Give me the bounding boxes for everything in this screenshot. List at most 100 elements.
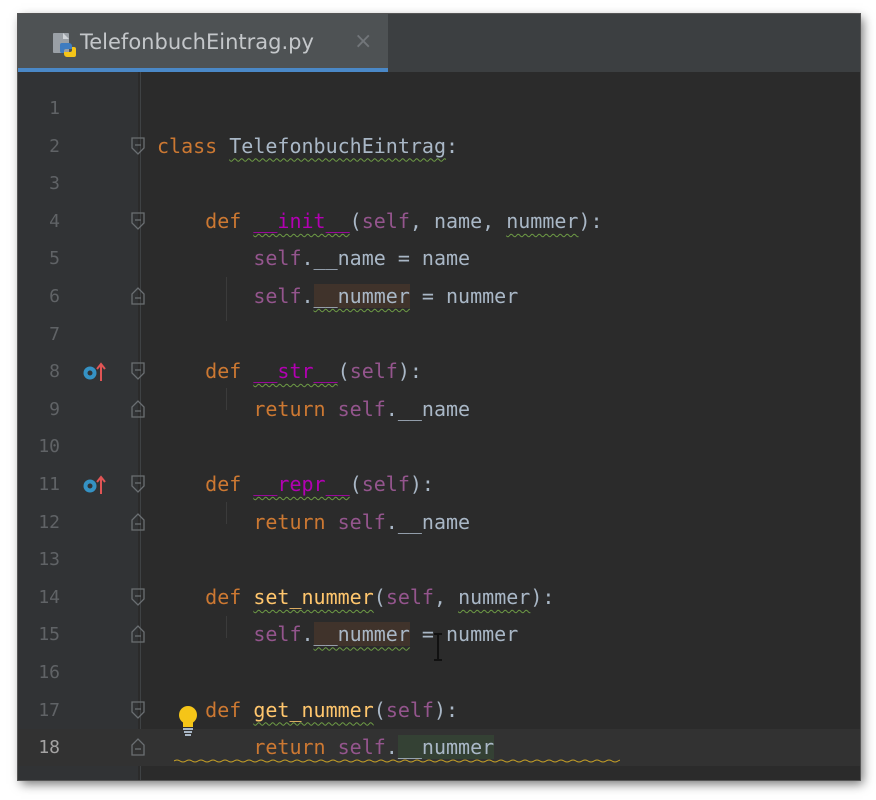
code-token: .: [301, 622, 314, 647]
code-text: def __init__(self, name, nummer):: [157, 203, 603, 240]
line-number[interactable]: 4: [18, 203, 60, 240]
code-token: .: [385, 735, 398, 760]
tab-bar: TelefonbuchEintrag.py ×: [18, 14, 860, 72]
code-token: self: [361, 472, 410, 496]
code-token: ):: [578, 208, 603, 233]
line-number[interactable]: 1: [18, 90, 60, 127]
indent-guide: [226, 388, 227, 410]
warning-underline: [174, 759, 620, 763]
line-number[interactable]: 5: [18, 240, 60, 277]
code-token: ):: [433, 697, 459, 722]
code-token: , name,: [409, 208, 507, 233]
code-text: class TelefonbuchEintrag:: [157, 128, 458, 165]
code-token: nummer: [458, 584, 531, 609]
code-text: self.__name = name: [157, 240, 470, 277]
code-token: = nummer: [409, 284, 519, 308]
line-number[interactable]: 17: [18, 692, 60, 729]
fold-open-icon[interactable]: [131, 475, 145, 493]
line-number[interactable]: 14: [18, 579, 60, 616]
line-number[interactable]: 11: [18, 466, 60, 503]
fold-open-icon[interactable]: [131, 136, 145, 155]
code-token: TelefonbuchEintrag: [229, 133, 447, 158]
code-line[interactable]: 7: [18, 316, 860, 353]
tab-file[interactable]: TelefonbuchEintrag.py ×: [18, 14, 388, 72]
fold-close-icon[interactable]: [131, 512, 145, 531]
code-token: self: [349, 359, 398, 384]
code-line[interactable]: 14 def set_nummer(self, nummer):: [18, 579, 860, 616]
code-token: def: [205, 697, 242, 722]
fold-close-icon[interactable]: [131, 399, 145, 418]
code-token: ,: [433, 584, 459, 609]
code-line[interactable]: 13: [18, 541, 860, 578]
line-number[interactable]: 15: [18, 616, 60, 653]
code-token: (: [337, 359, 350, 384]
code-token: class: [157, 133, 218, 158]
code-text: def set_nummer(self, nummer):: [157, 579, 554, 616]
code-text: def get_nummer(self):: [157, 692, 458, 729]
fold-close-icon[interactable]: [131, 625, 145, 644]
fold-open-icon[interactable]: [131, 212, 145, 230]
fold-open-icon[interactable]: [131, 588, 145, 606]
line-number[interactable]: 18: [18, 729, 60, 766]
code-line[interactable]: 2 class TelefonbuchEintrag:: [18, 128, 860, 165]
override-marker-icon[interactable]: [82, 361, 108, 383]
code-line[interactable]: 12 return self.__name: [18, 504, 860, 541]
fold-close-icon[interactable]: [131, 287, 145, 305]
line-number[interactable]: 6: [18, 278, 60, 315]
code-token: def: [205, 359, 242, 384]
code-token: .__name: [385, 396, 471, 421]
code-text: return self.__name: [157, 391, 470, 428]
code-line[interactable]: 5 self.__name = name: [18, 240, 860, 277]
code-token: self: [337, 509, 386, 534]
tab-title: TelefonbuchEintrag.py: [80, 30, 314, 54]
code-token: ):: [409, 472, 434, 496]
code-token: (: [349, 208, 362, 233]
code-token: def: [205, 472, 242, 496]
lightbulb-icon[interactable]: [176, 704, 200, 738]
code-line[interactable]: 17 def get_nummer(self):: [18, 692, 860, 729]
fold-close-icon[interactable]: [131, 738, 145, 756]
code-token: __nummer: [313, 622, 410, 647]
close-icon[interactable]: ×: [354, 29, 372, 54]
code-token: self: [385, 697, 434, 722]
code-line[interactable]: 4 def __init__(self, name, nummer):: [18, 203, 860, 240]
editor-window: TelefonbuchEintrag.py × 1 2 class Telefonb…: [18, 14, 860, 780]
code-text: def __repr__(self):: [157, 466, 434, 503]
line-number[interactable]: 9: [18, 391, 60, 428]
line-number[interactable]: 2: [18, 128, 60, 165]
line-number[interactable]: 7: [18, 316, 60, 353]
line-number[interactable]: 16: [18, 654, 60, 691]
code-line[interactable]: 11 def __repr__(self):: [18, 466, 860, 503]
code-line[interactable]: 3: [18, 165, 860, 202]
code-token: return: [253, 735, 326, 760]
line-number[interactable]: 13: [18, 541, 60, 578]
line-number[interactable]: 8: [18, 353, 60, 390]
code-token: self: [337, 735, 386, 760]
code-line[interactable]: 8 def __str__(self):: [18, 353, 860, 390]
code-token: ):: [530, 584, 555, 609]
code-line[interactable]: 10: [18, 428, 860, 465]
code-line[interactable]: 6 self.__nummer = nummer: [18, 278, 860, 315]
code-line[interactable]: 1: [18, 90, 860, 127]
line-number[interactable]: 12: [18, 504, 60, 541]
python-file-icon: [53, 33, 76, 57]
line-number[interactable]: 10: [18, 428, 60, 465]
code-token: self: [253, 284, 302, 308]
code-line[interactable]: 9 return self.__name: [18, 391, 860, 428]
code-editor[interactable]: 1 2 class TelefonbuchEintrag: 3 4 def __init…: [18, 72, 860, 780]
override-marker-icon[interactable]: [82, 474, 108, 496]
fold-open-icon[interactable]: [131, 362, 145, 381]
code-token: self: [253, 246, 302, 271]
code-text: self.__nummer = nummer: [157, 616, 518, 653]
line-number[interactable]: 3: [18, 165, 60, 202]
fold-open-icon[interactable]: [131, 700, 145, 719]
code-token: .__name = name: [301, 246, 471, 271]
code-token: ):: [397, 359, 422, 384]
